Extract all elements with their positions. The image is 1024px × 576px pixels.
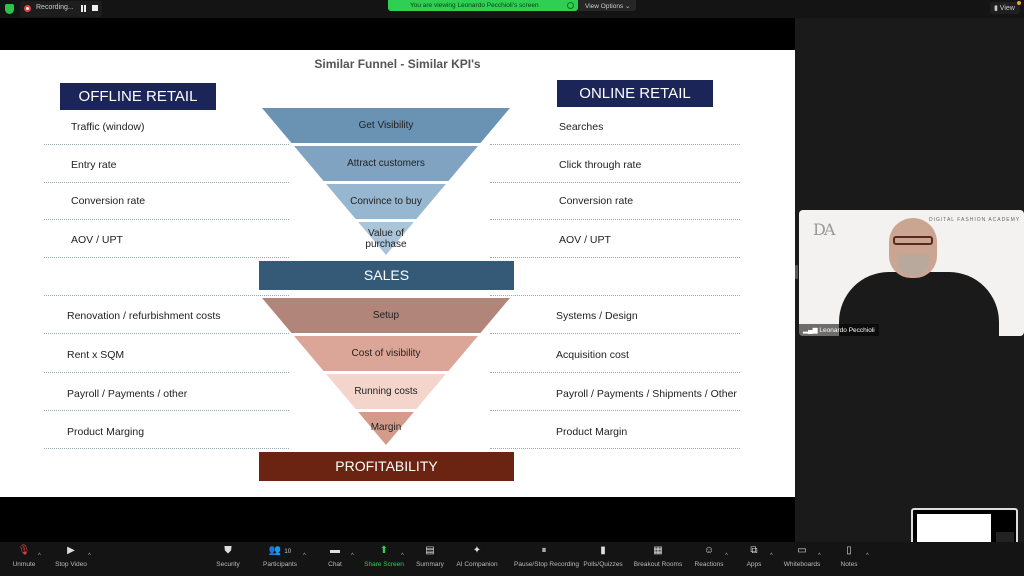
ai-sparkle-icon: ✦ xyxy=(472,545,482,556)
participant-count: 10 xyxy=(284,549,292,555)
toolbar-label: Polls/Quizzes xyxy=(583,561,623,568)
participant-name-tag: ▂▄▆ Leonardo Pecchioli xyxy=(799,324,879,336)
sales-funnel-label: Get Visibility xyxy=(358,120,414,131)
toolbar-label: Stop Video xyxy=(55,561,87,568)
panel-resize-handle[interactable] xyxy=(795,265,798,279)
toolbar-polls-quizzes-button[interactable]: ▮ Polls/Quizzes xyxy=(573,545,633,568)
view-button-label: View xyxy=(999,5,1015,12)
video-camera-icon: ▶ xyxy=(67,545,75,556)
participant-video-tile[interactable]: DA DIGITAL FASHION ACADEMY ▂▄▆ Leonardo … xyxy=(799,210,1024,336)
backdrop-text: DIGITAL FASHION ACADEMY xyxy=(929,217,1021,223)
toolbar-security-button[interactable]: ⛊ Security xyxy=(198,545,258,568)
toolbar-label: AI Companion xyxy=(456,561,498,568)
toolbar-label: Notes xyxy=(840,561,858,568)
cost-funnel-label: Cost of visibility xyxy=(351,348,421,359)
cost-funnel-label: Running costs xyxy=(354,386,418,397)
toolbar-participants-button[interactable]: 👥 10 Participants xyxy=(250,545,310,568)
toolbar-ai-companion-button[interactable]: ✦ AI Companion xyxy=(447,545,507,568)
toolbar-label: Pause/Stop Recording xyxy=(514,561,580,568)
caret-up-icon[interactable]: ^ xyxy=(88,553,91,559)
sales-label: SALES xyxy=(363,267,410,283)
polls-icon: ▮ xyxy=(600,545,606,556)
cost-funnel-label: Margin xyxy=(370,422,402,433)
toolbar-notes-button[interactable]: ▯ Notes xyxy=(819,545,879,568)
notes-icon: ▯ xyxy=(846,545,852,556)
participant-name: Leonardo Pecchioli xyxy=(819,327,875,334)
view-button[interactable]: ▮ View xyxy=(990,2,1020,14)
sales-funnel-label: Convince to buy xyxy=(350,196,422,207)
pause-stop-recording-icon: ⏸ xyxy=(541,545,547,556)
caret-up-icon[interactable]: ^ xyxy=(866,553,869,559)
toolbar-label: Security xyxy=(216,561,240,568)
notification-dot xyxy=(1017,1,1021,5)
sales-funnel-label: Value of purchase xyxy=(365,228,407,250)
da-logo: DA xyxy=(813,220,835,239)
participant-glasses xyxy=(893,236,933,245)
shield-icon: ⛊ xyxy=(224,545,232,556)
funnel-diagram xyxy=(259,108,514,481)
sales-funnel-label: Attract customers xyxy=(347,158,425,169)
toolbar-pause-stop-recording-button[interactable]: ⏸ Pause/Stop Recording xyxy=(514,545,580,568)
cost-funnel-label: Setup xyxy=(372,310,400,321)
toolbar-stop-video-button[interactable]: ▶ Stop Video xyxy=(41,545,101,568)
profitability-label: PROFITABILITY xyxy=(335,458,438,474)
participants-icon: 👥 10 xyxy=(268,545,292,556)
toolbar-label: Participants xyxy=(263,561,297,568)
